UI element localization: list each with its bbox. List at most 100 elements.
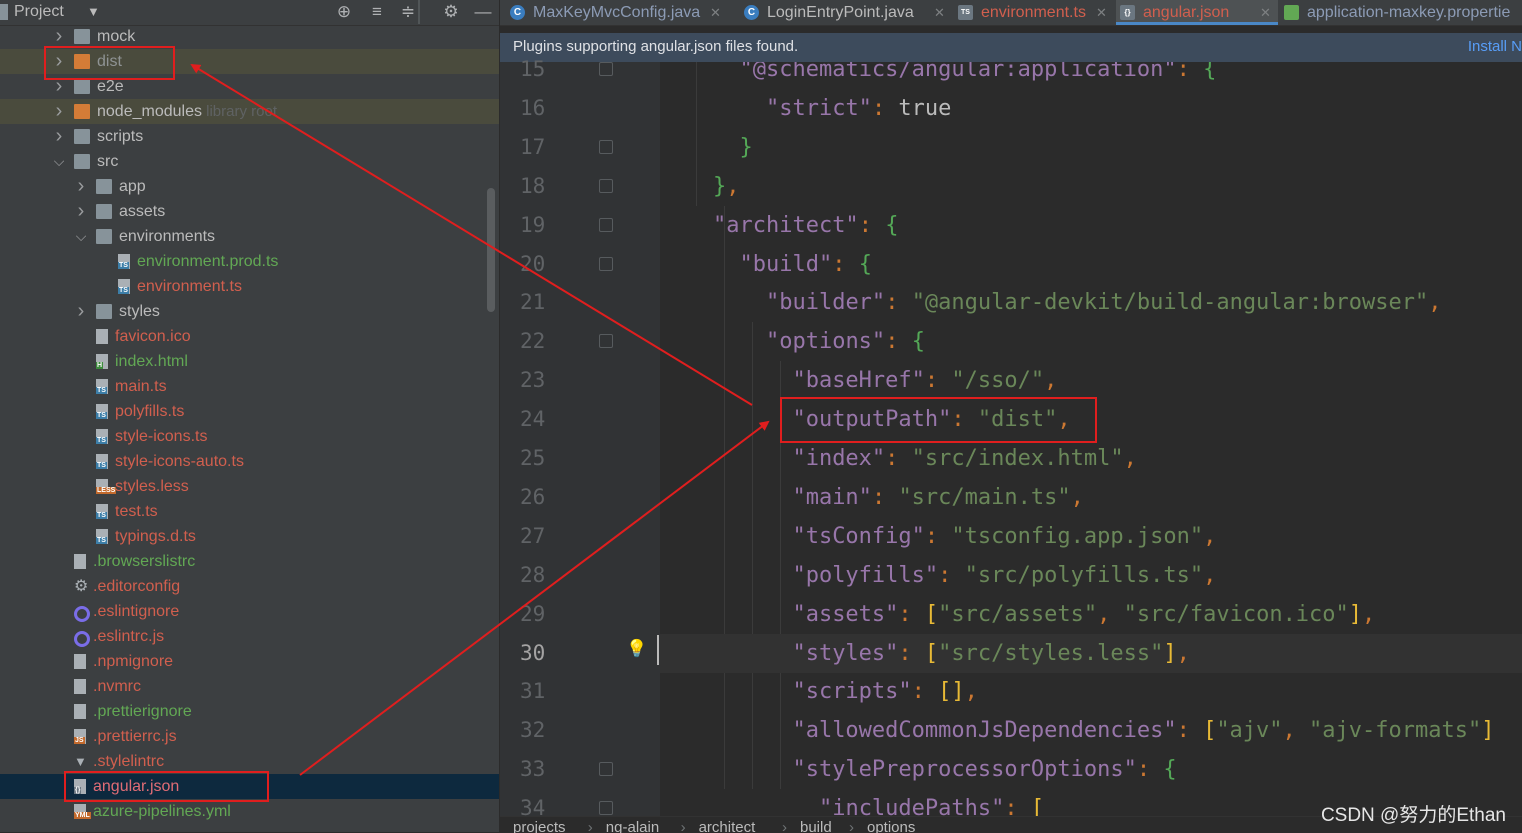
collapse-all-icon[interactable]: ≡ [367,2,387,22]
tree-item[interactable]: favicon.ico [0,324,500,349]
code-line[interactable]: "polyfills": "src/polyfills.ts", [660,556,1216,595]
tree-item[interactable]: TS main.ts [0,374,500,399]
tree-item[interactable]: › node_modules library root [0,99,500,124]
tree-item[interactable]: ⌵ src [0,149,500,174]
close-icon[interactable]: ✕ [1260,0,1271,25]
tree-item[interactable]: TS test.ts [0,499,500,524]
fold-marker-icon[interactable] [599,178,613,193]
tree-item[interactable]: TS typings.d.ts [0,524,500,549]
breadcrumb-item[interactable]: ng-alain [606,819,659,833]
editor-tab[interactable]: TS environment.ts ✕ [954,0,1118,25]
tree-item-label: typings.d.ts [115,528,196,545]
tree-item[interactable]: TS style-icons.ts [0,424,500,449]
tree-item[interactable]: .eslintignore [0,599,500,624]
tree-item[interactable]: TS environment.prod.ts [0,249,500,274]
code-line[interactable]: "tsConfig": "tsconfig.app.json", [660,517,1216,556]
chevron-down-icon[interactable]: ▼ [87,4,100,19]
library-root-tag: library root [201,103,277,120]
editor-tab[interactable]: C MaxKeyMvcConfig.java ✕ [506,0,732,25]
tree-item[interactable]: › app [0,174,500,199]
tree-item[interactable]: TS environment.ts [0,274,500,299]
chevron-right-icon[interactable]: › [74,199,88,224]
file-type-badge: H [96,362,104,369]
line-number: 24 [520,407,546,432]
editor-tab[interactable]: application-maxkey.propertie [1280,0,1522,25]
java-class-icon: C [510,5,525,20]
code-line[interactable]: "main": "src/main.ts", [660,478,1083,517]
chevron-right-icon[interactable]: › [52,124,66,149]
ts-file-icon: TS [96,454,108,469]
code-line[interactable]: "builder": "@angular-devkit/build-angula… [660,283,1442,322]
fold-marker-icon[interactable] [599,256,613,271]
annotation-box-dist [44,46,175,80]
project-view-title[interactable]: Project [14,3,64,21]
tree-item[interactable]: › scripts [0,124,500,149]
fold-marker-icon[interactable] [599,762,613,777]
tree-item-label: favicon.ico [115,328,191,345]
editor-tab[interactable]: C LoginEntryPoint.java ✕ [740,0,956,25]
close-icon[interactable]: ✕ [710,0,721,25]
fold-marker-icon[interactable] [599,801,613,816]
code-line[interactable]: "stylePreprocessorOptions": { [660,750,1176,789]
breadcrumb-item[interactable]: projects [513,819,566,833]
fold-marker-icon[interactable] [599,139,613,154]
chevron-right-icon: › [680,819,686,833]
code-line[interactable]: "index": "src/index.html", [660,439,1136,478]
code-line[interactable]: "options": { [660,322,925,361]
code-line[interactable]: "scripts": [], [660,672,977,711]
expand-all-icon[interactable]: ≑ [398,2,418,22]
tree-item[interactable]: ⚙ .editorconfig [0,574,500,599]
code-line[interactable]: "architect": { [660,206,898,245]
chevron-right-icon[interactable]: › [52,99,66,124]
fold-marker-icon[interactable] [599,334,613,349]
tree-item[interactable]: .prettierignore [0,699,500,724]
lightbulb-icon[interactable]: 💡 [626,639,647,659]
folder-icon [96,204,112,219]
tree-item[interactable]: YML azure-pipelines.yml [0,799,500,824]
tree-item[interactable]: › styles [0,299,500,324]
tree-item[interactable]: Hindex.html [0,349,500,374]
chevron-down-icon[interactable]: ⌵ [74,224,88,249]
line-number: 30 [520,640,546,665]
code-line[interactable]: "styles": ["src/styles.less"], [660,633,1522,673]
code-line[interactable]: "@schematics/angular:application": { [660,62,1216,89]
toolbar-divider [418,0,420,24]
tree-item[interactable]: TS polyfills.ts [0,399,500,424]
tree-item[interactable]: TS style-icons-auto.ts [0,449,500,474]
chevron-right-icon[interactable]: › [74,174,88,199]
code-line[interactable]: "allowedCommonJsDependencies": ["ajv", "… [660,711,1494,750]
tree-item[interactable]: .browserslistrc [0,549,500,574]
breadcrumb-item[interactable]: build [800,819,832,833]
code-line[interactable]: "baseHref": "/sso/", [660,361,1057,400]
breadcrumb-item[interactable]: options [867,819,915,833]
line-number: 17 [520,134,546,159]
hide-icon[interactable]: — [473,2,493,22]
code-line[interactable]: "strict": true [660,89,951,128]
code-line[interactable]: "includePaths": [ [660,789,1044,816]
tree-item[interactable]: .npmignore [0,649,500,674]
gear-icon[interactable]: ⚙ [441,2,461,22]
editor-tab[interactable]: {} angular.json ✕ [1116,0,1278,25]
tree-item[interactable]: ⌵ environments [0,224,500,249]
tree-item[interactable]: JS .prettierrc.js [0,724,500,749]
tree-item-label: environment.prod.ts [137,253,279,270]
tree-item[interactable]: .eslintrc.js [0,624,500,649]
code-line[interactable]: } [660,128,752,167]
chevron-right-icon[interactable]: › [74,299,88,324]
locate-icon[interactable]: ⊕ [334,2,354,22]
fold-marker-icon[interactable] [599,62,613,76]
chevron-down-icon[interactable]: ⌵ [52,149,66,174]
code-line[interactable]: }, [660,167,740,206]
code-line[interactable]: "assets": ["src/assets", "src/favicon.ic… [660,595,1375,634]
tree-item[interactable]: .nvmrc [0,674,500,699]
close-icon[interactable]: ✕ [1096,0,1107,25]
install-plugins-link[interactable]: Install N [1468,38,1522,55]
tree-item[interactable]: › assets [0,199,500,224]
folder-icon [74,79,90,94]
code-line[interactable]: "build": { [660,245,871,284]
tree-item[interactable]: LESS styles.less [0,474,500,499]
tree-scrollbar[interactable] [487,188,495,312]
breadcrumb-item[interactable]: architect [699,819,756,833]
close-icon[interactable]: ✕ [934,0,945,25]
fold-marker-icon[interactable] [599,217,613,232]
